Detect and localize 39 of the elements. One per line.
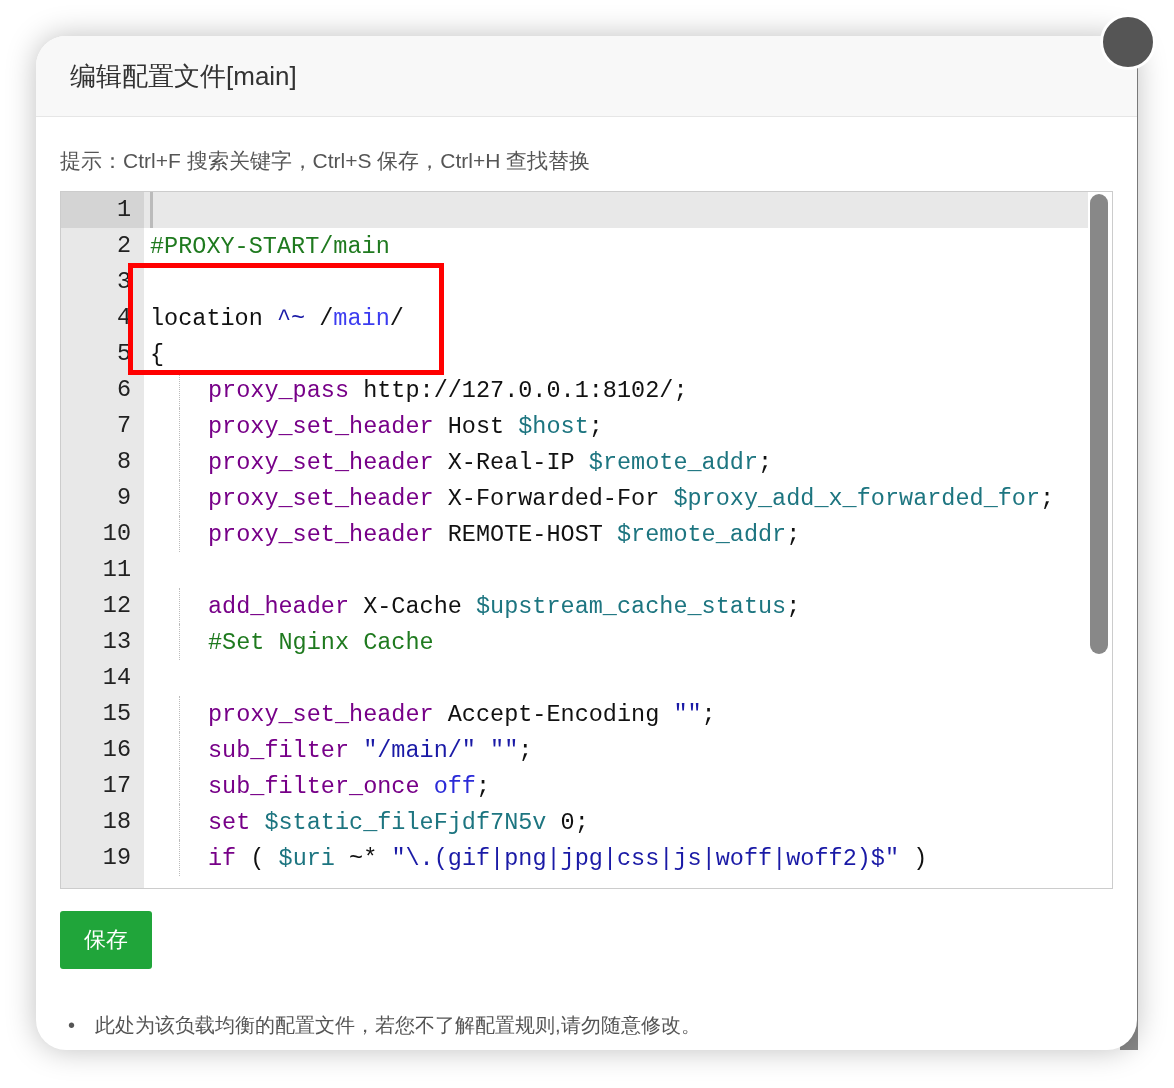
code-line: proxy_set_header Host $host; xyxy=(208,412,603,440)
code-line: proxy_set_header REMOTE-HOST $remote_addr; xyxy=(208,520,801,548)
line-number: 15 xyxy=(101,699,132,729)
line-number: 18 xyxy=(101,807,132,837)
scrollbar-thumb[interactable] xyxy=(1090,194,1108,654)
text-cursor xyxy=(150,192,153,228)
line-number: 16 xyxy=(101,735,132,765)
bullet: • xyxy=(68,1013,75,1038)
code-line: proxy_set_header X-Real-IP $remote_addr; xyxy=(208,448,773,476)
line-number: 7 xyxy=(115,411,132,441)
code-line: location ^~ /main/ xyxy=(150,304,404,332)
dialog-title: 编辑配置文件[main] xyxy=(70,59,297,93)
save-button[interactable]: 保存 xyxy=(60,911,152,969)
hint-text: 提示：Ctrl+F 搜索关键字，Ctrl+S 保存，Ctrl+H 查找替换 xyxy=(60,148,592,174)
line-number: 13 xyxy=(101,627,132,657)
code-line: proxy_set_header Accept-Encoding ""; xyxy=(208,700,716,728)
line-number: 19 xyxy=(101,843,132,873)
code-line: sub_filter_once off; xyxy=(208,772,491,800)
line-number: 10 xyxy=(101,519,132,549)
code-line: proxy_pass http://127.0.0.1:8102/; xyxy=(208,376,688,404)
line-number: 11 xyxy=(101,555,132,585)
line-number: 14 xyxy=(101,663,132,693)
note-text: 此处为该负载均衡的配置文件，若您不了解配置规则,请勿随意修改。 xyxy=(95,1013,701,1038)
code-line: set $static_fileFjdf7N5v 0; xyxy=(208,808,589,836)
code-line: #PROXY-START/main xyxy=(150,232,390,260)
code-line: #Set Nginx Cache xyxy=(208,628,434,656)
line-number: 6 xyxy=(115,375,132,405)
code-line: add_header X-Cache $upstream_cache_status; xyxy=(208,592,801,620)
code-line: { xyxy=(150,340,165,368)
code-line: sub_filter "/main/" ""; xyxy=(208,736,533,764)
line-number: 12 xyxy=(101,591,132,621)
code-editor[interactable] xyxy=(60,191,1113,889)
line-number: 9 xyxy=(115,483,132,513)
line-number: 8 xyxy=(115,447,132,477)
code-line: proxy_set_header X-Forwarded-For $proxy_add_x_forwarded_for; xyxy=(208,484,1055,512)
line-number: 1 xyxy=(61,192,144,228)
line-number: 2 xyxy=(115,231,132,261)
line-number: 17 xyxy=(101,771,132,801)
code-line: if ( $uri ~* "\.(gif|png|jpg|css|js|woff|woff2)$" ) xyxy=(208,844,928,872)
